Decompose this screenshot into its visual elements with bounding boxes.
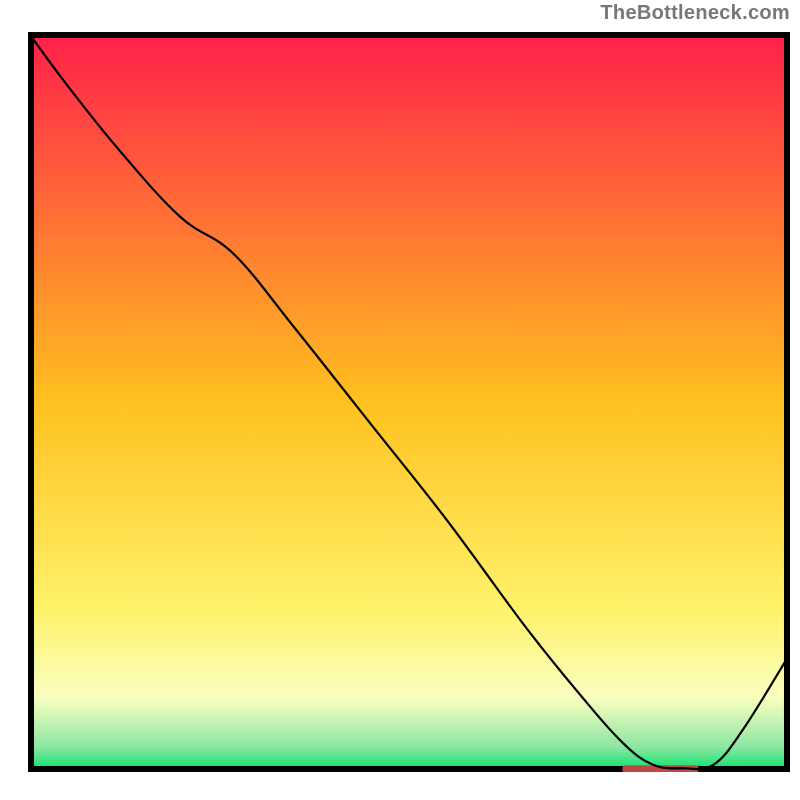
chart-background: [28, 32, 790, 772]
chart-svg: [28, 32, 790, 772]
plot-area: [28, 32, 790, 772]
chart-frame: TheBottleneck.com: [0, 0, 800, 800]
watermark-text: TheBottleneck.com: [600, 2, 790, 25]
